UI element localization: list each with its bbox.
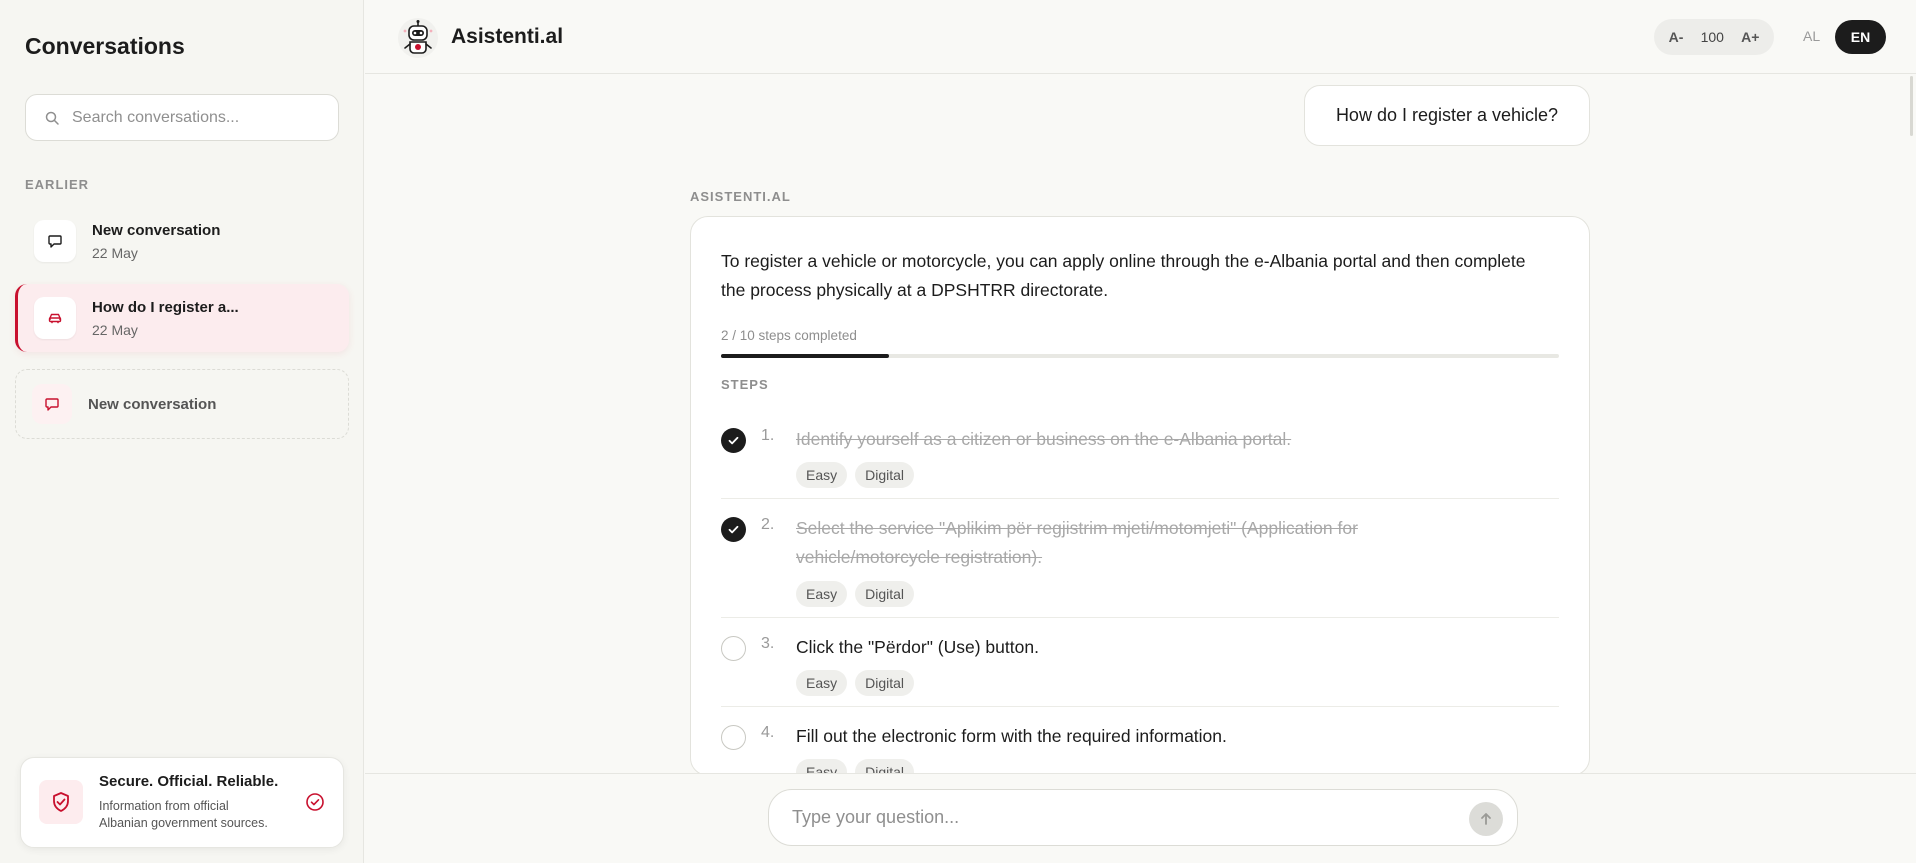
- step-checkbox-unchecked[interactable]: [721, 636, 746, 661]
- composer: [768, 789, 1518, 846]
- divider: [721, 498, 1559, 499]
- step-text: Click the "Përdor" (Use) button.: [796, 637, 1039, 657]
- scrollbar-thumb[interactable]: [1910, 76, 1913, 136]
- tag-channel: Digital: [855, 581, 915, 607]
- check-icon: [728, 525, 739, 534]
- step-text: Fill out the electronic form with the re…: [796, 726, 1227, 746]
- divider: [721, 706, 1559, 707]
- progress-label: 2 / 10 steps completed: [721, 328, 857, 343]
- assistant-answer-card: To register a vehicle or motorcycle, you…: [690, 216, 1590, 776]
- font-size-value: 100: [1700, 29, 1724, 45]
- chat-bubble-icon: [34, 220, 76, 262]
- sidebar: Conversations EARLIER New conversation 2…: [0, 0, 364, 863]
- conversation-date: 22 May: [92, 321, 138, 338]
- language-al-button[interactable]: AL: [1803, 28, 1820, 44]
- tag-channel: Digital: [855, 462, 915, 488]
- step-text: Select the service "Aplikim për regjistr…: [796, 518, 1358, 567]
- search-icon: [45, 111, 59, 125]
- assistant-label: ASISTENTI.AL: [690, 189, 791, 204]
- divider: [721, 617, 1559, 618]
- new-conversation-button[interactable]: New conversation: [15, 369, 349, 439]
- user-message: How do I register a vehicle?: [1304, 85, 1590, 146]
- conversation-title: New conversation: [92, 221, 221, 239]
- section-label-earlier: EARLIER: [25, 177, 90, 192]
- progress-fill: [721, 354, 889, 358]
- shield-icon: [39, 780, 83, 824]
- trust-description: Information from official Albanian gover…: [99, 799, 268, 830]
- robot-logo-icon: [398, 18, 438, 58]
- send-button[interactable]: [1469, 802, 1503, 836]
- step-number: 4.: [761, 724, 775, 741]
- language-en-button[interactable]: EN: [1835, 20, 1886, 54]
- top-header: Asistenti.al A- 100 A+ AL EN: [365, 0, 1916, 74]
- step-checkbox-checked[interactable]: [721, 517, 746, 542]
- search-box[interactable]: [25, 94, 339, 141]
- trust-card: Secure. Official. Reliable. Information …: [20, 757, 344, 848]
- font-increase-button[interactable]: A+: [1741, 29, 1759, 45]
- search-input[interactable]: [72, 108, 322, 127]
- new-conversation-label: New conversation: [88, 395, 217, 413]
- conversation-title: How do I register a...: [92, 298, 239, 316]
- conversation-item[interactable]: New conversation 22 May: [15, 207, 349, 275]
- trust-title: Secure. Official. Reliable.: [99, 773, 279, 790]
- brand-name: Asistenti.al: [451, 25, 564, 48]
- sidebar-title: Conversations: [25, 33, 185, 59]
- step-number: 1.: [761, 427, 775, 444]
- step-checkbox-unchecked[interactable]: [721, 725, 746, 750]
- arrow-up-icon: [1481, 813, 1491, 825]
- answer-intro: To register a vehicle or motorcycle, you…: [721, 251, 1526, 300]
- tag-difficulty: Easy: [796, 462, 848, 488]
- conversation-date: 22 May: [92, 244, 138, 261]
- step-number: 2.: [761, 516, 775, 533]
- step-text: Identify yourself as a citizen or busine…: [796, 429, 1292, 449]
- tag-channel: Digital: [855, 670, 915, 696]
- progress-bar: [721, 354, 1559, 358]
- question-input[interactable]: [792, 807, 1432, 828]
- check-icon: [728, 436, 739, 445]
- steps-label: STEPS: [721, 377, 769, 392]
- chat-bubble-icon: [32, 384, 72, 424]
- car-icon: [34, 297, 76, 339]
- step-number: 3.: [761, 635, 775, 652]
- check-circle-icon: [306, 793, 324, 811]
- font-decrease-button[interactable]: A-: [1669, 29, 1684, 45]
- conversation-item-active[interactable]: How do I register a... 22 May: [15, 284, 349, 352]
- tag-difficulty: Easy: [796, 670, 848, 696]
- step-checkbox-checked[interactable]: [721, 428, 746, 453]
- font-size-control: A- 100 A+: [1654, 19, 1774, 55]
- tag-difficulty: Easy: [796, 581, 848, 607]
